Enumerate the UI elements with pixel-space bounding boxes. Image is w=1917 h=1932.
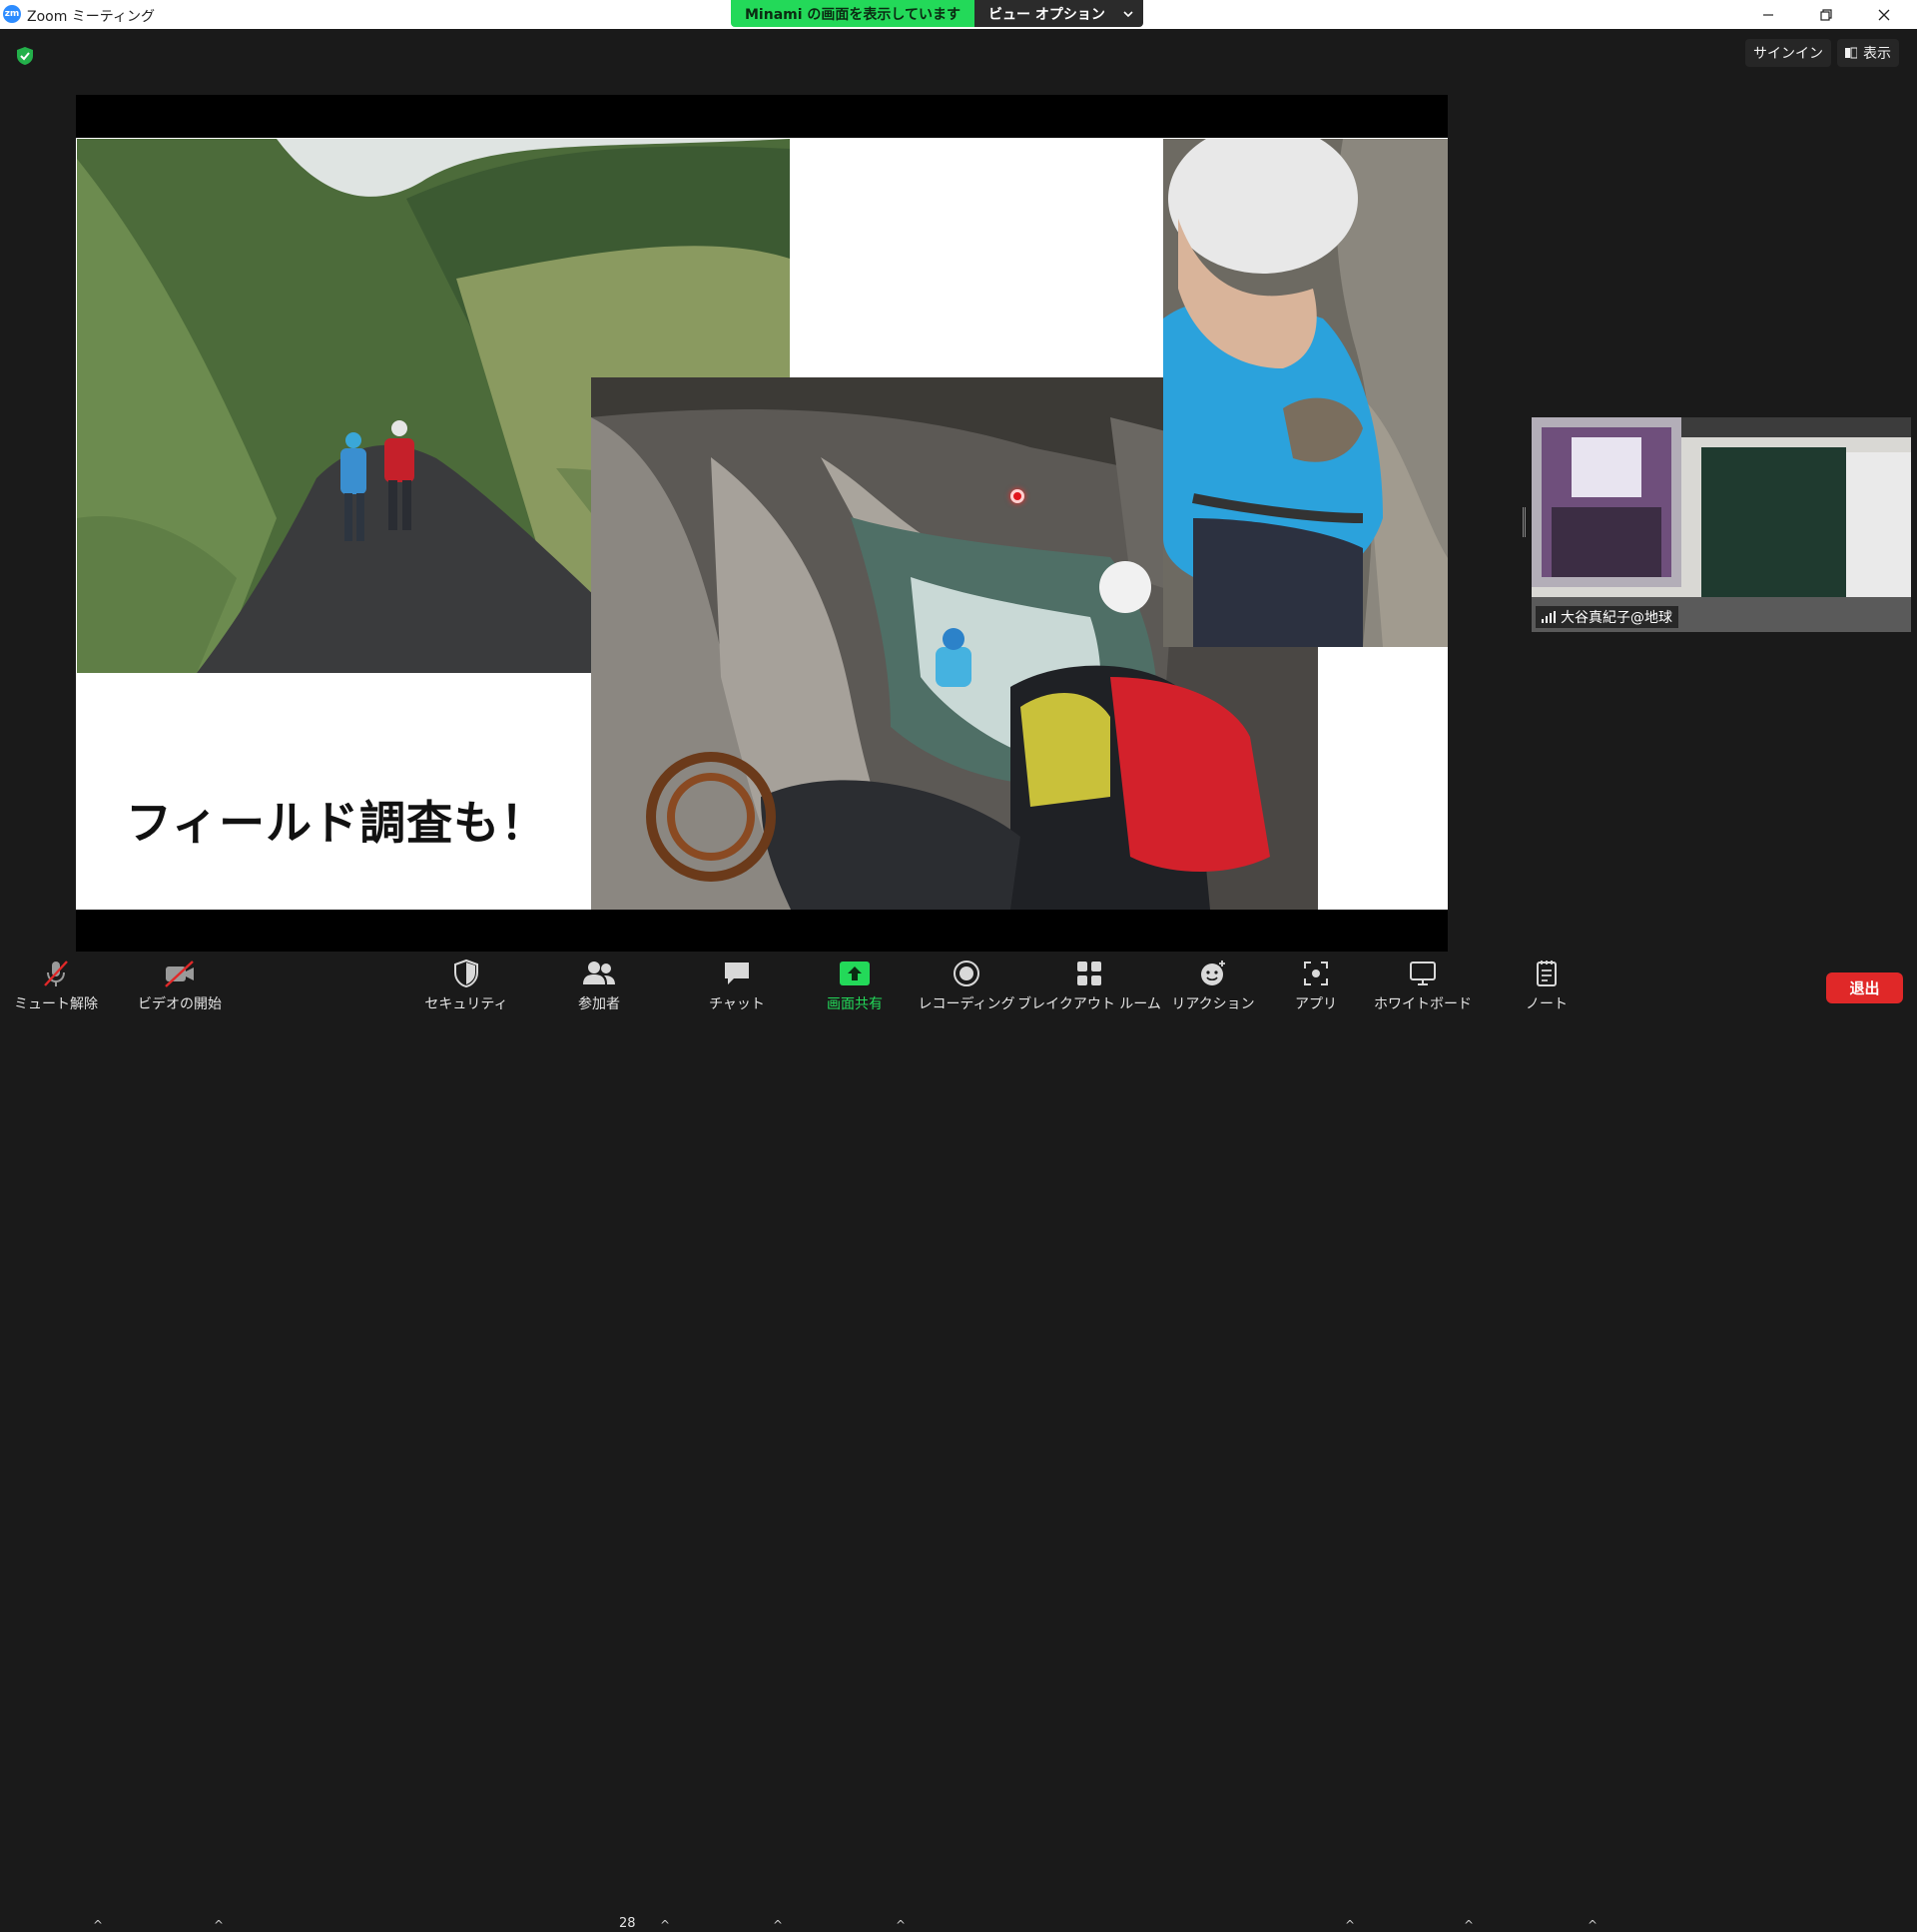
shared-screen: フィールド調査も！ bbox=[76, 95, 1448, 952]
minimize-button[interactable] bbox=[1739, 0, 1797, 29]
security-label: セキュリティ bbox=[424, 996, 508, 1012]
view-button[interactable]: 表示 bbox=[1837, 39, 1899, 67]
slide-caption: フィールド調査も！ bbox=[126, 796, 548, 850]
laser-pointer bbox=[1010, 489, 1024, 503]
participants-label: 参加者 bbox=[578, 996, 620, 1012]
breakout-rooms-icon bbox=[1077, 962, 1101, 985]
breakout-rooms-label: ブレイクアウト ルーム bbox=[1017, 996, 1161, 1012]
start-video-button[interactable]: ビデオの開始 bbox=[130, 958, 230, 1015]
restore-icon bbox=[1820, 8, 1832, 21]
unmute-label: ミュート解除 bbox=[14, 996, 98, 1012]
share-screen-button[interactable]: 画面共有 bbox=[819, 958, 891, 1015]
apps-button[interactable]: アプリ bbox=[1295, 958, 1337, 1015]
participants-button[interactable]: 参加者 bbox=[569, 958, 629, 1015]
share-status-label: Minami の画面を表示しています bbox=[731, 0, 974, 27]
signal-strength-icon bbox=[1542, 611, 1556, 623]
chat-bubble-icon bbox=[725, 963, 749, 984]
breakout-rooms-button[interactable]: ブレイクアウト ルーム bbox=[1017, 958, 1161, 1015]
record-button[interactable]: レコーディング bbox=[918, 958, 1015, 1015]
participants-icon bbox=[583, 962, 615, 984]
reactions-smiley-icon bbox=[1201, 961, 1225, 985]
apps-label: アプリ bbox=[1295, 996, 1337, 1012]
restore-button[interactable] bbox=[1797, 0, 1855, 29]
minimize-icon bbox=[1763, 13, 1773, 16]
chat-label: チャット bbox=[709, 996, 765, 1012]
encryption-shield-icon[interactable] bbox=[17, 47, 33, 65]
view-layout-icon bbox=[1845, 47, 1857, 59]
chevron-down-icon bbox=[1123, 6, 1133, 22]
video-off-icon bbox=[165, 961, 194, 987]
mic-options-chevron-icon[interactable]: ^ bbox=[93, 1918, 103, 1932]
reactions-label: リアクション bbox=[1171, 996, 1255, 1012]
security-button[interactable]: セキュリティ bbox=[424, 958, 508, 1015]
participants-count-badge: 28 bbox=[619, 1916, 636, 1931]
share-screen-icon bbox=[840, 962, 870, 985]
mic-muted-icon bbox=[44, 961, 68, 986]
record-icon bbox=[954, 961, 979, 986]
apps-options-chevron-icon[interactable]: ^ bbox=[1345, 1918, 1355, 1932]
leave-button[interactable]: 退出 bbox=[1826, 972, 1903, 1003]
zoom-logo-icon: zm bbox=[3, 5, 21, 23]
close-icon bbox=[1878, 9, 1890, 20]
notes-button[interactable]: ノート bbox=[1526, 958, 1568, 1015]
view-options-label: ビュー オプション bbox=[988, 6, 1105, 23]
title-bar: zm Zoom ミーティング Minami の画面を表示しています ビュー オプ… bbox=[0, 0, 1917, 29]
panel-resize-handle[interactable] bbox=[1523, 507, 1526, 537]
notes-options-chevron-icon[interactable]: ^ bbox=[1588, 1918, 1598, 1932]
chat-button[interactable]: チャット bbox=[709, 958, 765, 1015]
security-shield-icon bbox=[454, 959, 478, 988]
view-label: 表示 bbox=[1863, 46, 1891, 62]
whiteboard-label: ホワイトボード bbox=[1374, 996, 1472, 1012]
apps-icon bbox=[1304, 962, 1328, 985]
window-title: Zoom ミーティング bbox=[27, 9, 155, 25]
share-banner: Minami の画面を表示しています ビュー オプション bbox=[731, 0, 1143, 27]
photo-geologist bbox=[1163, 139, 1448, 647]
reactions-button[interactable]: リアクション bbox=[1171, 958, 1255, 1015]
notes-icon bbox=[1537, 961, 1557, 986]
whiteboard-button[interactable]: ホワイトボード bbox=[1374, 958, 1472, 1015]
whiteboard-options-chevron-icon[interactable]: ^ bbox=[1464, 1918, 1474, 1932]
participants-options-chevron-icon[interactable]: ^ bbox=[660, 1918, 670, 1932]
record-label: レコーディング bbox=[918, 996, 1015, 1012]
participant-name: 大谷真紀子@地球 bbox=[1561, 610, 1672, 626]
notes-label: ノート bbox=[1526, 996, 1568, 1012]
meeting-toolbar: ミュート解除 ^ ビデオの開始 ^ セキュリティ 参加者 28 ^ チャット ^… bbox=[0, 952, 1917, 1932]
participant-name-tag: 大谷真紀子@地球 bbox=[1536, 606, 1678, 628]
share-options-chevron-icon[interactable]: ^ bbox=[896, 1918, 906, 1932]
view-options-button[interactable]: ビュー オプション bbox=[974, 0, 1143, 27]
share-screen-label: 画面共有 bbox=[827, 996, 883, 1012]
presentation-slide: フィールド調査も！ bbox=[76, 138, 1448, 910]
close-button[interactable] bbox=[1855, 0, 1913, 29]
unmute-button[interactable]: ミュート解除 bbox=[10, 958, 102, 1015]
participant-video-tile[interactable]: 大谷真紀子@地球 bbox=[1532, 417, 1911, 632]
whiteboard-icon bbox=[1410, 962, 1436, 985]
chat-options-chevron-icon[interactable]: ^ bbox=[773, 1918, 783, 1932]
signin-button[interactable]: サインイン bbox=[1745, 39, 1831, 67]
start-video-label: ビデオの開始 bbox=[138, 996, 222, 1012]
video-options-chevron-icon[interactable]: ^ bbox=[214, 1918, 224, 1932]
signin-label: サインイン bbox=[1753, 46, 1823, 62]
